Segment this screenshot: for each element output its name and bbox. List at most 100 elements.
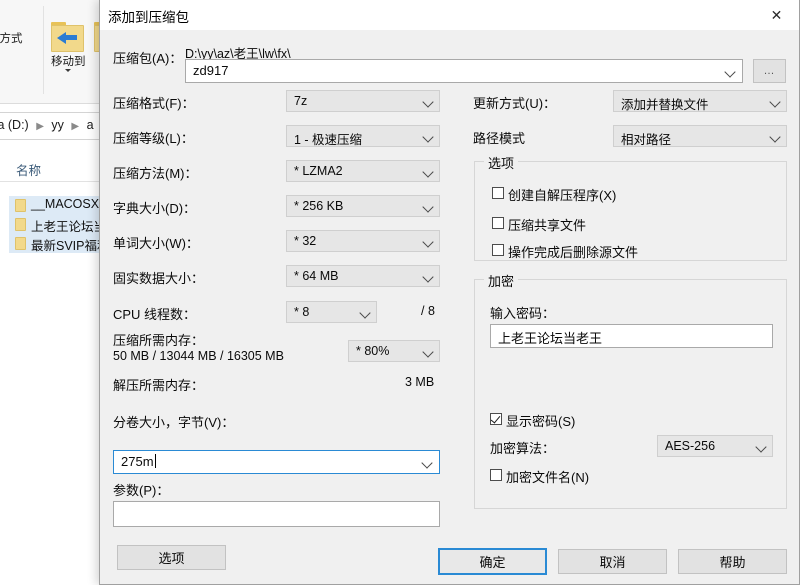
encrypt-filenames-label: 加密文件名(N) <box>506 470 590 485</box>
update-mode-value: 添加并替换文件 <box>621 98 709 112</box>
compression-level-value: 1 - 极速压缩 <box>294 133 363 147</box>
chevron-down-icon <box>421 457 433 469</box>
path-mode-value: 相对路径 <box>621 133 672 147</box>
show-password-label: 显示密码(S) <box>506 414 576 429</box>
checkbox-box <box>492 187 504 199</box>
encryption-group-title: 加密 <box>484 271 519 290</box>
chevron-down-icon <box>422 131 434 143</box>
compression-level-label: 压缩等级(L)： <box>113 131 194 146</box>
screen: 径 捷方式 移动到 复 ta (D:) <box>0 0 800 585</box>
update-mode-label: 更新方式(U)： <box>473 96 557 111</box>
archive-name-input[interactable]: zd917 <box>185 59 743 83</box>
delete-source-after-label: 操作完成后删除源文件 <box>508 245 639 260</box>
chevron-down-icon <box>769 96 781 108</box>
chevron-down-icon <box>724 66 736 78</box>
path-mode-select[interactable]: 相对路径 <box>613 125 787 147</box>
split-size-value: 275m <box>121 454 154 469</box>
archive-format-label: 压缩格式(F)： <box>113 96 195 111</box>
ribbon-label-shortcut: 捷方式 <box>0 33 23 45</box>
folder-icon <box>15 218 26 231</box>
cancel-button[interactable]: 取消 <box>558 549 667 574</box>
dictionary-size-value: * 256 KB <box>294 199 344 213</box>
chevron-down-icon <box>422 271 434 283</box>
compression-method-select[interactable]: * LZMA2 <box>286 160 440 182</box>
cpu-threads-total: / 8 <box>421 304 435 318</box>
compression-level-select[interactable]: 1 - 极速压缩 <box>286 125 440 147</box>
password-value: 上老王论坛当老王 <box>498 331 603 346</box>
memory-decompress-label: 解压所需内存： <box>113 378 205 393</box>
ribbon-separator <box>43 6 44 94</box>
memory-percent-select[interactable]: * 80% <box>348 340 440 362</box>
parameters-label: 参数(P)： <box>113 483 170 498</box>
encryption-algorithm-select[interactable]: AES-256 <box>657 435 773 457</box>
chevron-down-icon <box>65 69 72 72</box>
ok-button[interactable]: 确定 <box>438 548 547 575</box>
split-size-input[interactable]: 275m <box>113 450 440 474</box>
list-item-label: 最新SVIP福利 <box>31 239 110 253</box>
chevron-down-icon <box>755 441 767 453</box>
breadcrumb-item-drive[interactable]: ta (D:) <box>0 118 29 132</box>
compression-method-value: * LZMA2 <box>294 164 343 178</box>
list-item-label: 上老王论坛当 <box>31 220 107 234</box>
word-size-select[interactable]: * 32 <box>286 230 440 252</box>
memory-percent-value: * 80% <box>356 344 390 358</box>
help-button[interactable]: 帮助 <box>678 549 787 574</box>
breadcrumb-item-az[interactable]: a <box>87 118 94 132</box>
move-to-label: 移动到 <box>51 56 86 68</box>
split-size-label: 分卷大小，字节(V)： <box>113 415 235 430</box>
path-mode-label: 路径模式 <box>473 131 526 146</box>
options-group-title: 选项 <box>484 153 519 172</box>
dialog-body: 压缩包(A)： D:\yy\az\老王\lw\fx\ zd917 … 压缩格式(… <box>100 30 799 584</box>
cpu-threads-select[interactable]: * 8 <box>286 301 377 323</box>
text-cursor <box>154 454 156 468</box>
compression-method-label: 压缩方法(M)： <box>113 166 198 181</box>
dialog-title-bar: 添加到压缩包 ✕ <box>100 0 799 30</box>
dictionary-size-select[interactable]: * 256 KB <box>286 195 440 217</box>
password-label: 输入密码： <box>490 306 556 321</box>
chevron-down-icon <box>359 307 371 319</box>
word-size-label: 单词大小(W)： <box>113 236 199 251</box>
checkbox-box <box>492 244 504 256</box>
breadcrumb: ta (D:) ▶ yy ▶ a <box>0 118 94 132</box>
chevron-down-icon <box>422 166 434 178</box>
memory-compress-value: 50 MB / 13044 MB / 16305 MB <box>113 349 284 363</box>
dictionary-size-label: 字典大小(D)： <box>113 201 197 216</box>
chevron-down-icon <box>422 201 434 213</box>
folder-icon <box>15 237 26 250</box>
list-item-label: __MACOSX <box>31 197 100 211</box>
column-header-name[interactable]: 名称 <box>16 160 41 179</box>
update-mode-select[interactable]: 添加并替换文件 <box>613 90 787 112</box>
browse-button[interactable]: … <box>753 59 786 83</box>
breadcrumb-separator: ▶ <box>36 121 44 132</box>
archive-format-select[interactable]: 7z <box>286 90 440 112</box>
archive-label: 压缩包(A)： <box>113 51 183 66</box>
memory-compress-label: 压缩所需内存： <box>113 333 205 348</box>
ribbon-label-path: 径 <box>0 8 40 29</box>
cpu-threads-label: CPU 线程数： <box>113 307 197 322</box>
chevron-down-icon <box>769 131 781 143</box>
solid-block-size-label: 固实数据大小： <box>113 271 205 286</box>
compress-shared-files-label: 压缩共享文件 <box>508 218 587 233</box>
password-input[interactable]: 上老王论坛当老王 <box>490 324 773 348</box>
close-icon[interactable]: ✕ <box>754 0 799 30</box>
encryption-algorithm-label: 加密算法： <box>490 441 556 456</box>
chevron-down-icon <box>422 346 434 358</box>
move-to-button[interactable]: 移动到 <box>51 22 86 72</box>
chevron-down-icon <box>422 96 434 108</box>
encryption-algorithm-value: AES-256 <box>665 439 716 453</box>
checkbox-box <box>490 469 502 481</box>
parameters-input[interactable] <box>113 501 440 527</box>
create-sfx-label: 创建自解压程序(X) <box>508 188 617 203</box>
memory-decompress-value: 3 MB <box>405 375 435 389</box>
move-to-icon <box>51 22 85 52</box>
checkbox-box <box>490 413 502 425</box>
breadcrumb-item-yy[interactable]: yy <box>51 118 64 132</box>
add-to-archive-dialog: 添加到压缩包 ✕ 压缩包(A)： D:\yy\az\老王\lw\fx\ zd91… <box>99 0 800 585</box>
archive-format-value: 7z <box>294 94 308 108</box>
cpu-threads-value: * 8 <box>294 305 310 319</box>
options-button[interactable]: 选项 <box>117 545 226 570</box>
breadcrumb-separator: ▶ <box>71 121 80 132</box>
ribbon-text-group: 径 捷方式 <box>0 8 40 50</box>
solid-block-size-select[interactable]: * 64 MB <box>286 265 440 287</box>
dialog-title: 添加到压缩包 <box>108 10 189 25</box>
